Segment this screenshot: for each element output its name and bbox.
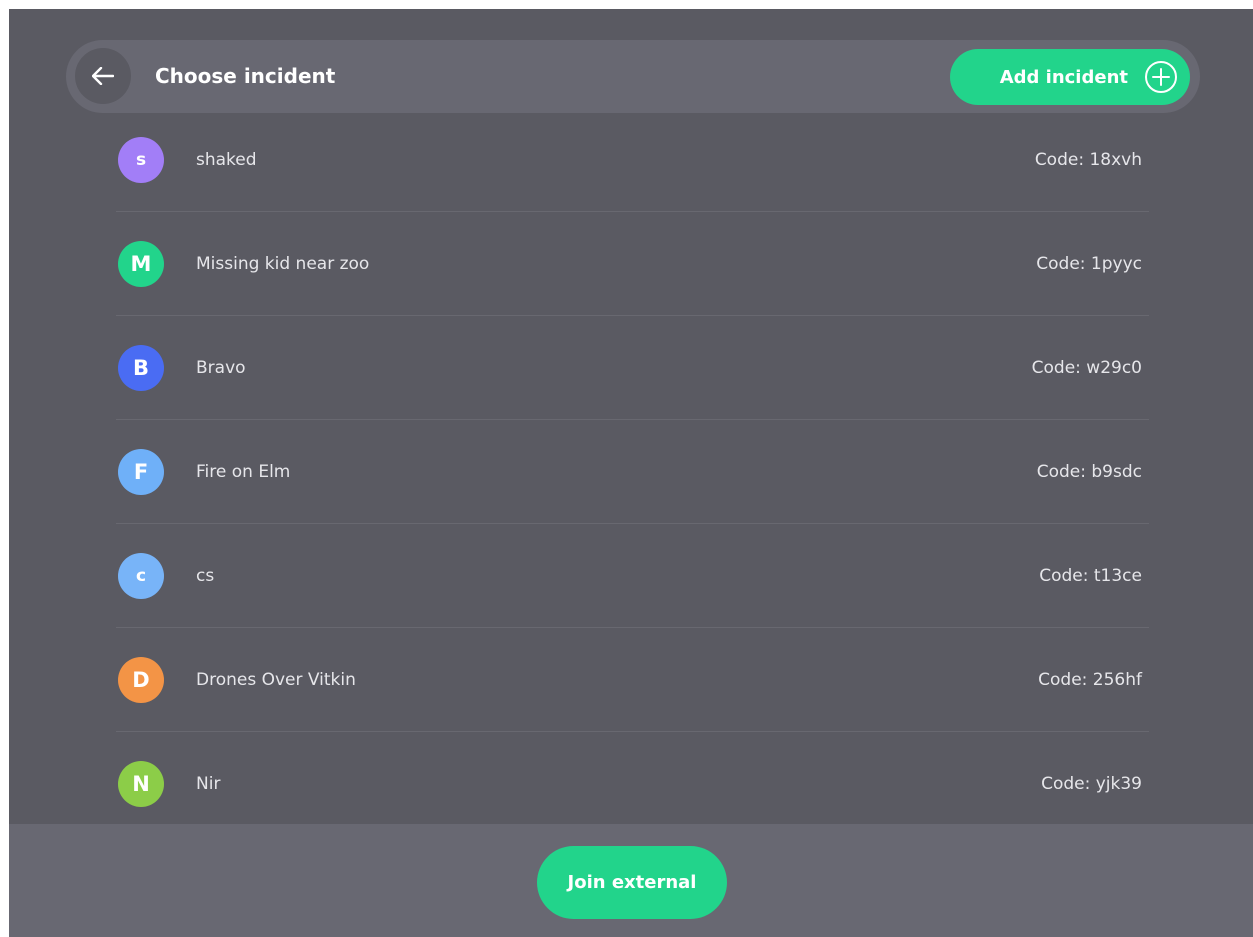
incident-row[interactable]: F Fire on Elm Code: b9sdc (116, 420, 1149, 524)
avatar: D (118, 656, 164, 703)
back-button[interactable] (75, 48, 131, 104)
header-bar: Choose incident Add incident (66, 40, 1200, 113)
incident-row[interactable]: D Drones Over Vitkin Code: 256hf (116, 628, 1149, 732)
incident-code: Code: w29c0 (1031, 357, 1142, 378)
avatar: s (118, 137, 164, 183)
incident-name: Nir (196, 774, 221, 794)
avatar: M (118, 240, 164, 287)
incident-name: Missing kid near zoo (196, 253, 370, 274)
incident-row[interactable]: s shaked Code: 18xvh (116, 109, 1149, 212)
incident-row[interactable]: B Bravo Code: w29c0 (116, 316, 1149, 420)
incident-code: Code: 18xvh (1034, 150, 1142, 170)
incident-name: cs (196, 565, 215, 586)
arrow-left-icon (92, 67, 114, 85)
add-incident-button[interactable]: Add incident (950, 49, 1190, 105)
avatar: N (118, 761, 164, 807)
incident-code: Code: b9sdc (1036, 461, 1142, 482)
incident-name: shaked (196, 150, 257, 170)
add-incident-label: Add incident (999, 66, 1128, 88)
incident-row[interactable]: M Missing kid near zoo Code: 1pyyc (116, 212, 1149, 316)
plus-circle-icon (1145, 61, 1177, 93)
incident-code: Code: yjk39 (1041, 774, 1142, 794)
avatar: c (118, 552, 164, 599)
avatar: B (118, 344, 164, 391)
incident-row[interactable]: N Nir Code: yjk39 (116, 732, 1149, 836)
footer-bar: Join external (9, 824, 1253, 937)
incident-list: s shaked Code: 18xvh M Missing kid near … (116, 109, 1149, 836)
incident-name: Bravo (196, 357, 246, 378)
incident-code: Code: 1pyyc (1036, 253, 1142, 274)
incident-code: Code: t13ce (1039, 565, 1142, 586)
avatar: F (118, 448, 164, 495)
incident-code: Code: 256hf (1038, 669, 1142, 690)
incident-name: Drones Over Vitkin (196, 669, 356, 690)
app-frame: Choose incident Add incident s shaked Co… (9, 9, 1253, 937)
incident-row[interactable]: c cs Code: t13ce (116, 524, 1149, 628)
page-title: Choose incident (155, 64, 336, 88)
join-external-button[interactable]: Join external (537, 846, 727, 919)
incident-name: Fire on Elm (196, 461, 291, 482)
